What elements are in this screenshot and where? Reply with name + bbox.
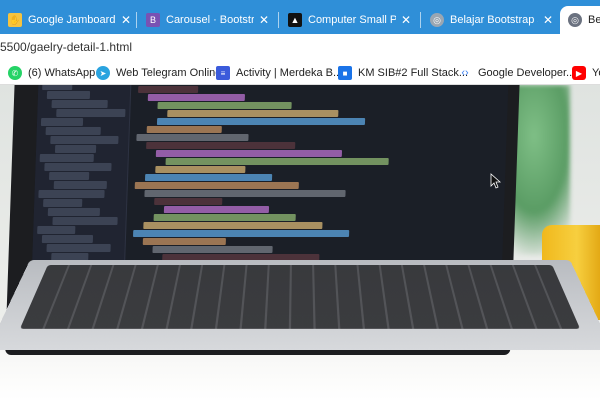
bookmark-google-developers[interactable]: ‹› Google Developer... (458, 65, 575, 81)
file-tree-row (38, 190, 104, 198)
tab-title: Google Jamboard (28, 14, 116, 26)
tab-belajar-bootstrap[interactable]: ◎ Belajar Bootstrap 5 Re ✕ (422, 6, 560, 34)
file-tree-row (54, 181, 107, 189)
youtube-icon: ▶ (572, 66, 586, 80)
image-site-icon: ▲ (288, 13, 302, 27)
code-line (154, 198, 222, 205)
code-line (143, 238, 226, 245)
file-tree-row (52, 100, 108, 108)
tab-carousel-bootstrap[interactable]: B Carousel · Bootstrap v ✕ (138, 6, 276, 34)
merdeka-icon: ≡ (216, 66, 230, 80)
file-tree-row (49, 172, 89, 180)
code-line (157, 102, 291, 109)
telegram-icon: ➤ (96, 66, 110, 80)
code-line (146, 142, 295, 149)
file-tree-row (48, 208, 100, 216)
close-icon[interactable]: ✕ (120, 13, 132, 27)
code-line (166, 158, 389, 165)
code-line (148, 94, 245, 101)
bookmark-label: Activity | Merdeka B... (236, 67, 342, 79)
file-tree-row (42, 85, 72, 90)
code-line (147, 126, 222, 133)
laptop-keyboard (0, 260, 600, 350)
file-tree-row (47, 91, 90, 99)
file-tree-row (42, 235, 93, 243)
code-line (136, 134, 248, 141)
code-line (135, 182, 299, 189)
code-line (154, 214, 296, 221)
file-tree-row (52, 217, 117, 225)
tab-active[interactable]: ◎ Bel (560, 6, 600, 34)
bookmark-label: (6) WhatsApp (28, 67, 95, 79)
code-line (167, 110, 338, 117)
close-icon[interactable]: ✕ (400, 13, 412, 27)
code-line (152, 246, 272, 253)
jamboard-icon: ✋ (8, 13, 22, 27)
code-line (143, 222, 322, 229)
code-line (144, 190, 345, 197)
tab-title: Bel (588, 14, 600, 26)
tab-title: Carousel · Bootstrap v (166, 14, 254, 26)
file-tree-row (56, 109, 125, 117)
file-tree-row (43, 199, 82, 207)
file-tree-row (50, 136, 118, 144)
bookmark-label: Google Developer... (478, 67, 575, 79)
bookmark-label: Web Telegram Online (116, 67, 221, 79)
code-line (145, 174, 272, 181)
bookmark-km-sib[interactable]: ■ KM SIB#2 Full Stack... (338, 65, 468, 81)
file-tree-row (40, 154, 94, 162)
file-tree-row (55, 145, 96, 153)
code-line (155, 166, 245, 173)
globe-icon: ◎ (568, 13, 582, 27)
bookmark-whatsapp[interactable]: ✆ (6) WhatsApp (8, 65, 95, 81)
browser-tab-strip: ✋ Google Jamboard ✕ B Carousel · Bootstr… (0, 0, 600, 34)
tab-computer-small-picture[interactable]: ▲ Computer Small Pictur ✕ (280, 6, 418, 34)
bookmark-label: YouTu (592, 67, 600, 79)
url-text[interactable]: 5500/gaelry-detail-1.html (0, 40, 132, 54)
whatsapp-icon: ✆ (8, 66, 22, 80)
bookmark-merdeka[interactable]: ≡ Activity | Merdeka B... (216, 65, 342, 81)
google-developers-icon: ‹› (458, 66, 472, 80)
close-icon[interactable]: ✕ (258, 13, 270, 27)
tab-separator (278, 12, 279, 28)
file-tree-row (46, 244, 110, 252)
file-tree-row (44, 163, 111, 171)
code-line (157, 118, 365, 125)
user-card-icon: ■ (338, 66, 352, 80)
mouse-cursor-icon (490, 173, 502, 189)
laptop-code-photo (0, 85, 600, 400)
bookmark-label: KM SIB#2 Full Stack... (358, 67, 468, 79)
tab-title: Belajar Bootstrap 5 Re (450, 14, 538, 26)
keyboard-keys (20, 265, 580, 329)
tab-separator (136, 12, 137, 28)
code-line (133, 230, 349, 237)
code-line (156, 150, 342, 157)
code-line (164, 206, 269, 213)
file-tree-row (37, 226, 75, 234)
globe-icon: ◎ (430, 13, 444, 27)
bootstrap-icon: B (146, 13, 160, 27)
bookmark-youtube[interactable]: ▶ YouTu (572, 65, 600, 81)
code-line (138, 86, 198, 93)
bookmark-telegram[interactable]: ➤ Web Telegram Online (96, 65, 221, 81)
tab-separator (420, 12, 421, 28)
bookmarks-bar: ✆ (6) WhatsApp ➤ Web Telegram Online ≡ A… (0, 62, 600, 85)
file-tree-row (46, 127, 101, 135)
file-tree-row (41, 118, 83, 126)
tab-google-jamboard[interactable]: ✋ Google Jamboard ✕ (0, 6, 138, 34)
address-bar[interactable]: 5500/gaelry-detail-1.html (0, 34, 600, 62)
close-icon[interactable]: ✕ (542, 13, 554, 27)
tab-title: Computer Small Pictur (308, 14, 396, 26)
